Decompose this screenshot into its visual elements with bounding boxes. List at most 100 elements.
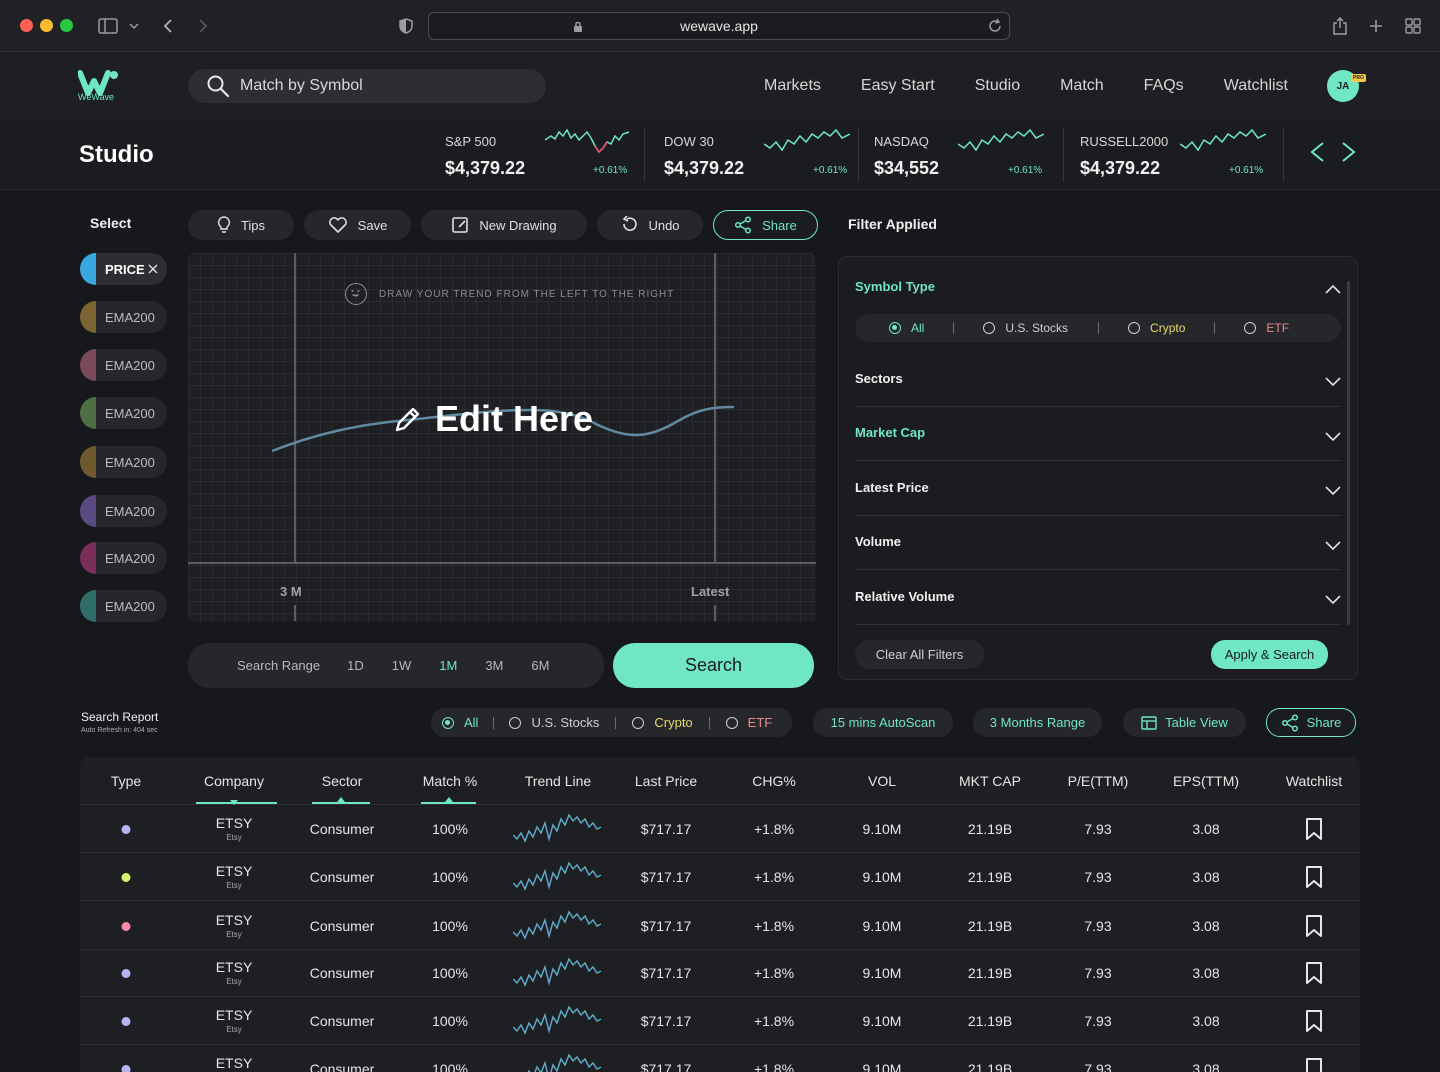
symbol-type-etf[interactable]: ETF: [1244, 321, 1289, 335]
select-item-ema200[interactable]: EMA200: [80, 349, 167, 381]
nav-watchlist[interactable]: Watchlist: [1224, 77, 1288, 95]
chevron-down-icon[interactable]: [1325, 429, 1341, 447]
nav-markets[interactable]: Markets: [764, 77, 821, 95]
bookmark-icon[interactable]: [1305, 962, 1323, 989]
report-type-crypto[interactable]: Crypto: [632, 715, 693, 730]
ticker-nasdaq[interactable]: NASDAQ $34,552 +0.61%: [874, 120, 1060, 190]
new-drawing-button[interactable]: New Drawing: [421, 210, 587, 240]
column-watchlist[interactable]: Watchlist: [1286, 773, 1342, 789]
table-row[interactable]: ETSYEtsyConsumer100%$717.17+1.8%9.10M21.…: [80, 902, 1360, 950]
chevron-left-icon[interactable]: [1308, 140, 1326, 171]
nav-easy-start[interactable]: Easy Start: [861, 77, 935, 95]
share-page-icon[interactable]: [1328, 14, 1352, 38]
clear-filters-button[interactable]: Clear All Filters: [855, 640, 984, 669]
save-button[interactable]: Save: [304, 210, 411, 240]
cell-company[interactable]: ETSYEtsy: [216, 1055, 253, 1072]
table-view-button[interactable]: Table View: [1123, 708, 1246, 737]
range-option-1d[interactable]: 1D: [347, 658, 364, 673]
symbol-type-us-stocks[interactable]: U.S. Stocks: [983, 321, 1068, 335]
column-chg[interactable]: CHG%: [752, 773, 796, 789]
table-row[interactable]: ETSYEtsyConsumer100%$717.17+1.8%9.10M21.…: [80, 997, 1360, 1045]
select-item-ema200[interactable]: EMA200: [80, 542, 167, 574]
zoom-window-button[interactable]: [60, 19, 73, 32]
ticker-sp500[interactable]: S&P 500 $4,379.22 +0.61%: [445, 120, 631, 190]
ticker-dow30[interactable]: DOW 30 $4,379.22 +0.61%: [664, 120, 850, 190]
share-drawing-button[interactable]: Share: [713, 210, 818, 240]
new-tab-icon[interactable]: [1364, 14, 1388, 38]
drawing-canvas[interactable]: DRAW YOUR TREND FROM THE LEFT TO THE RIG…: [188, 253, 816, 622]
bookmark-icon[interactable]: [1305, 818, 1323, 845]
table-row[interactable]: ETSYEtsyConsumer100%$717.17+1.8%9.10M21.…: [80, 1045, 1360, 1072]
tab-overview-icon[interactable]: [1401, 14, 1425, 38]
column-eps[interactable]: EPS(TTM): [1173, 773, 1239, 789]
chevron-down-icon[interactable]: [1325, 592, 1341, 610]
nav-faqs[interactable]: FAQs: [1144, 77, 1184, 95]
close-icon[interactable]: [148, 261, 158, 279]
filter-sectors[interactable]: Sectors: [855, 371, 903, 386]
cell-company[interactable]: ETSYEtsy: [216, 863, 253, 890]
select-item-ema200[interactable]: EMA200: [80, 446, 167, 478]
tips-button[interactable]: Tips: [188, 210, 294, 240]
reload-icon[interactable]: [985, 16, 1005, 39]
nav-match[interactable]: Match: [1060, 77, 1104, 95]
filter-latest-price[interactable]: Latest Price: [855, 480, 929, 495]
chevron-down-icon[interactable]: [1325, 374, 1341, 392]
bookmark-icon[interactable]: [1305, 915, 1323, 942]
share-report-button[interactable]: Share: [1266, 708, 1356, 737]
filter-scrollbar[interactable]: [1347, 281, 1350, 625]
symbol-type-all[interactable]: All: [889, 321, 924, 335]
close-window-button[interactable]: [20, 19, 33, 32]
filter-relative-volume[interactable]: Relative Volume: [855, 589, 954, 604]
select-item-ema200[interactable]: EMA200: [80, 495, 167, 527]
symbol-search-input[interactable]: Match by Symbol: [188, 69, 546, 103]
table-row[interactable]: ETSYEtsyConsumer100%$717.17+1.8%9.10M21.…: [80, 949, 1360, 997]
column-type[interactable]: Type: [111, 773, 141, 789]
bookmark-icon[interactable]: [1305, 866, 1323, 893]
table-row[interactable]: ETSYEtsyConsumer100%$717.17+1.8%9.10M21.…: [80, 805, 1360, 853]
range-option-3m[interactable]: 3M: [485, 658, 503, 673]
select-item-ema200[interactable]: EMA200: [80, 397, 167, 429]
apply-search-button[interactable]: Apply & Search: [1211, 640, 1328, 669]
column-pe[interactable]: P/E(TTM): [1068, 773, 1129, 789]
column-mkt-cap[interactable]: MKT CAP: [959, 773, 1021, 789]
search-button[interactable]: Search: [613, 643, 814, 688]
cell-company[interactable]: ETSYEtsy: [216, 959, 253, 986]
sidebar-toggle-icon[interactable]: [96, 14, 120, 38]
range-option-1m[interactable]: 1M: [439, 658, 457, 673]
range-button[interactable]: 3 Months Range: [973, 708, 1102, 737]
cell-company[interactable]: ETSYEtsy: [216, 1007, 253, 1034]
column-company[interactable]: Company: [204, 773, 264, 789]
select-item-ema200[interactable]: EMA200: [80, 590, 167, 622]
column-match[interactable]: Match %: [423, 773, 477, 789]
column-sector[interactable]: Sector: [322, 773, 362, 789]
minimize-window-button[interactable]: [40, 19, 53, 32]
bookmark-icon[interactable]: [1305, 1058, 1323, 1072]
shield-icon[interactable]: [394, 14, 418, 38]
chevron-up-icon[interactable]: [1325, 281, 1341, 299]
filter-market-cap[interactable]: Market Cap: [855, 425, 925, 440]
edit-here-overlay[interactable]: Edit Here: [393, 398, 593, 440]
select-item-price[interactable]: PRICE: [80, 253, 167, 285]
report-type-etf[interactable]: ETF: [725, 715, 772, 730]
table-row[interactable]: ETSYEtsyConsumer100%$717.17+1.8%9.10M21.…: [80, 853, 1360, 901]
symbol-type-heading[interactable]: Symbol Type: [855, 279, 935, 294]
select-item-ema200[interactable]: EMA200: [80, 301, 167, 333]
column-vol[interactable]: VOL: [868, 773, 896, 789]
undo-button[interactable]: Undo: [597, 210, 703, 240]
forward-icon[interactable]: [191, 14, 215, 38]
chevron-down-icon[interactable]: [1325, 483, 1341, 501]
bookmark-icon[interactable]: [1305, 1010, 1323, 1037]
column-trend-line[interactable]: Trend Line: [525, 773, 591, 789]
filter-volume[interactable]: Volume: [855, 534, 901, 549]
range-option-6m[interactable]: 6M: [531, 658, 549, 673]
chevron-down-icon[interactable]: [1325, 538, 1341, 556]
ticker-russell2000[interactable]: RUSSELL2000 $4,379.22 +0.61%: [1080, 120, 1266, 190]
autoscan-button[interactable]: 15 mins AutoScan: [813, 708, 953, 737]
cell-company[interactable]: ETSYEtsy: [216, 912, 253, 939]
report-type-all[interactable]: All: [442, 715, 478, 730]
chevron-right-icon[interactable]: [1340, 140, 1358, 171]
range-option-1w[interactable]: 1W: [392, 658, 412, 673]
nav-studio[interactable]: Studio: [975, 77, 1020, 95]
symbol-type-crypto[interactable]: Crypto: [1128, 321, 1185, 335]
back-icon[interactable]: [156, 14, 180, 38]
